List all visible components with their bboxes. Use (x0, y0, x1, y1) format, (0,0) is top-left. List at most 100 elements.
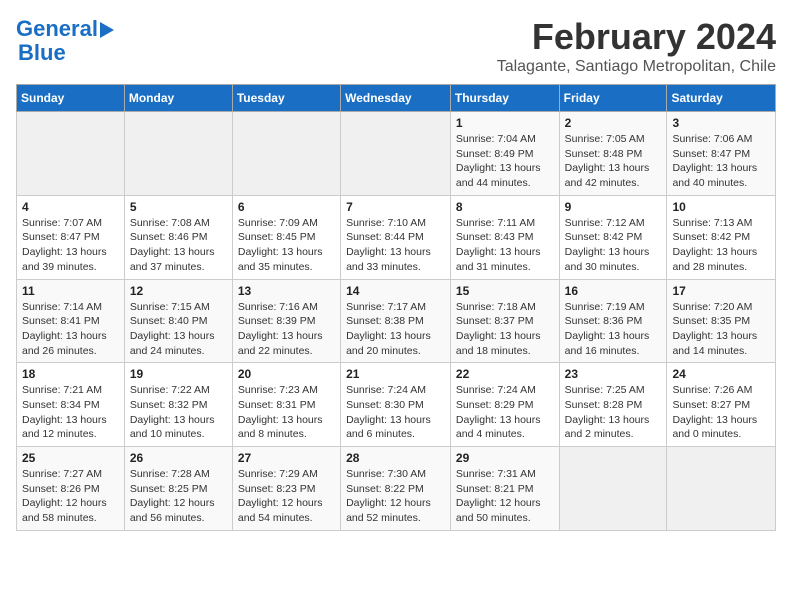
day-number: 13 (238, 284, 335, 298)
calendar-cell: 6 Sunrise: 7:09 AM Sunset: 8:45 PM Daylig… (232, 195, 340, 279)
calendar-cell: 25 Sunrise: 7:27 AM Sunset: 8:26 PM Dayli… (17, 447, 125, 531)
day-number: 12 (130, 284, 227, 298)
calendar-cell: 10 Sunrise: 7:13 AM Sunset: 8:42 PM Dayli… (667, 195, 776, 279)
day-number: 26 (130, 451, 227, 465)
day-number: 2 (565, 116, 662, 130)
day-info: Sunrise: 7:08 AM Sunset: 8:46 PM Dayligh… (130, 216, 227, 275)
day-number: 10 (672, 200, 770, 214)
calendar-cell (667, 447, 776, 531)
calendar-week-row: 18Sunrise: 7:21 AM Sunset: 8:34 PM Dayli… (17, 363, 776, 447)
calendar-cell (559, 447, 667, 531)
calendar-cell: 9 Sunrise: 7:12 AM Sunset: 8:42 PM Daylig… (559, 195, 667, 279)
day-info: Sunrise: 7:20 AM Sunset: 8:35 PM Dayligh… (672, 300, 770, 359)
calendar-cell (232, 112, 340, 196)
calendar-cell: 22 Sunrise: 7:24 AM Sunset: 8:29 PM Dayli… (450, 363, 559, 447)
day-number: 4 (22, 200, 119, 214)
weekday-header-cell: Wednesday (341, 85, 451, 112)
calendar-cell: 21 Sunrise: 7:24 AM Sunset: 8:30 PM Dayli… (341, 363, 451, 447)
calendar-cell: 2 Sunrise: 7:05 AM Sunset: 8:48 PM Daylig… (559, 112, 667, 196)
day-info: Sunrise: 7:12 AM Sunset: 8:42 PM Dayligh… (565, 216, 662, 275)
day-info: Sunrise: 7:27 AM Sunset: 8:26 PM Dayligh… (22, 467, 119, 526)
day-info: Sunrise: 7:29 AM Sunset: 8:23 PM Dayligh… (238, 467, 335, 526)
day-info: Sunrise: 7:30 AM Sunset: 8:22 PM Dayligh… (346, 467, 445, 526)
day-number: 6 (238, 200, 335, 214)
day-info: Sunrise: 7:05 AM Sunset: 8:48 PM Dayligh… (565, 132, 662, 191)
day-number: 20 (238, 367, 335, 381)
calendar-cell: 11 Sunrise: 7:14 AM Sunset: 8:41 PM Dayli… (17, 279, 125, 363)
weekday-header-row: SundayMondayTuesdayWednesdayThursdayFrid… (17, 85, 776, 112)
day-number: 25 (22, 451, 119, 465)
calendar-cell: 8 Sunrise: 7:11 AM Sunset: 8:43 PM Daylig… (450, 195, 559, 279)
calendar-cell: 23Sunrise: 7:25 AM Sunset: 8:28 PM Dayli… (559, 363, 667, 447)
day-info: Sunrise: 7:17 AM Sunset: 8:38 PM Dayligh… (346, 300, 445, 359)
day-number: 19 (130, 367, 227, 381)
day-number: 7 (346, 200, 445, 214)
day-info: Sunrise: 7:24 AM Sunset: 8:29 PM Dayligh… (456, 383, 554, 442)
calendar-cell: 4 Sunrise: 7:07 AM Sunset: 8:47 PM Daylig… (17, 195, 125, 279)
day-info: Sunrise: 7:24 AM Sunset: 8:30 PM Dayligh… (346, 383, 445, 442)
weekday-header-cell: Monday (124, 85, 232, 112)
calendar-cell: 19 Sunrise: 7:22 AM Sunset: 8:32 PM Dayli… (124, 363, 232, 447)
calendar-cell: 15Sunrise: 7:18 AM Sunset: 8:37 PM Dayli… (450, 279, 559, 363)
day-info: Sunrise: 7:22 AM Sunset: 8:32 PM Dayligh… (130, 383, 227, 442)
day-number: 14 (346, 284, 445, 298)
day-info: Sunrise: 7:15 AM Sunset: 8:40 PM Dayligh… (130, 300, 227, 359)
calendar-cell: 27Sunrise: 7:29 AM Sunset: 8:23 PM Dayli… (232, 447, 340, 531)
day-number: 16 (565, 284, 662, 298)
day-info: Sunrise: 7:11 AM Sunset: 8:43 PM Dayligh… (456, 216, 554, 275)
calendar-cell: 7 Sunrise: 7:10 AM Sunset: 8:44 PM Daylig… (341, 195, 451, 279)
calendar-cell: 17 Sunrise: 7:20 AM Sunset: 8:35 PM Dayli… (667, 279, 776, 363)
calendar-week-row: 11 Sunrise: 7:14 AM Sunset: 8:41 PM Dayli… (17, 279, 776, 363)
calendar-cell: 16 Sunrise: 7:19 AM Sunset: 8:36 PM Dayli… (559, 279, 667, 363)
calendar-cell: 1 Sunrise: 7:04 AM Sunset: 8:49 PM Daylig… (450, 112, 559, 196)
day-info: Sunrise: 7:18 AM Sunset: 8:37 PM Dayligh… (456, 300, 554, 359)
day-number: 24 (672, 367, 770, 381)
day-info: Sunrise: 7:13 AM Sunset: 8:42 PM Dayligh… (672, 216, 770, 275)
day-info: Sunrise: 7:26 AM Sunset: 8:27 PM Dayligh… (672, 383, 770, 442)
day-info: Sunrise: 7:10 AM Sunset: 8:44 PM Dayligh… (346, 216, 445, 275)
day-number: 18 (22, 367, 119, 381)
day-number: 29 (456, 451, 554, 465)
day-number: 11 (22, 284, 119, 298)
calendar-cell: 14 Sunrise: 7:17 AM Sunset: 8:38 PM Dayli… (341, 279, 451, 363)
day-number: 21 (346, 367, 445, 381)
day-info: Sunrise: 7:04 AM Sunset: 8:49 PM Dayligh… (456, 132, 554, 191)
page-header: General Blue February 2024 Talagante, Sa… (16, 16, 776, 76)
day-number: 23 (565, 367, 662, 381)
day-info: Sunrise: 7:28 AM Sunset: 8:25 PM Dayligh… (130, 467, 227, 526)
calendar-body: 1 Sunrise: 7:04 AM Sunset: 8:49 PM Daylig… (17, 112, 776, 531)
calendar-cell (124, 112, 232, 196)
day-number: 5 (130, 200, 227, 214)
weekday-header-cell: Sunday (17, 85, 125, 112)
calendar-cell: 24 Sunrise: 7:26 AM Sunset: 8:27 PM Dayli… (667, 363, 776, 447)
title-area: February 2024 Talagante, Santiago Metrop… (497, 16, 776, 76)
calendar-cell: 26 Sunrise: 7:28 AM Sunset: 8:25 PM Dayli… (124, 447, 232, 531)
day-info: Sunrise: 7:31 AM Sunset: 8:21 PM Dayligh… (456, 467, 554, 526)
calendar-cell: 18Sunrise: 7:21 AM Sunset: 8:34 PM Dayli… (17, 363, 125, 447)
day-number: 8 (456, 200, 554, 214)
calendar-cell: 3Sunrise: 7:06 AM Sunset: 8:47 PM Daylig… (667, 112, 776, 196)
weekday-header-cell: Tuesday (232, 85, 340, 112)
month-title: February 2024 (497, 16, 776, 58)
calendar-cell: 5 Sunrise: 7:08 AM Sunset: 8:46 PM Daylig… (124, 195, 232, 279)
logo-text: General (16, 16, 98, 42)
day-number: 3 (672, 116, 770, 130)
day-info: Sunrise: 7:16 AM Sunset: 8:39 PM Dayligh… (238, 300, 335, 359)
day-number: 17 (672, 284, 770, 298)
day-number: 9 (565, 200, 662, 214)
weekday-header-cell: Friday (559, 85, 667, 112)
day-info: Sunrise: 7:09 AM Sunset: 8:45 PM Dayligh… (238, 216, 335, 275)
calendar-cell (17, 112, 125, 196)
day-info: Sunrise: 7:14 AM Sunset: 8:41 PM Dayligh… (22, 300, 119, 359)
day-number: 1 (456, 116, 554, 130)
calendar-cell: 13 Sunrise: 7:16 AM Sunset: 8:39 PM Dayli… (232, 279, 340, 363)
day-number: 28 (346, 451, 445, 465)
day-info: Sunrise: 7:07 AM Sunset: 8:47 PM Dayligh… (22, 216, 119, 275)
day-info: Sunrise: 7:19 AM Sunset: 8:36 PM Dayligh… (565, 300, 662, 359)
calendar-week-row: 4 Sunrise: 7:07 AM Sunset: 8:47 PM Daylig… (17, 195, 776, 279)
calendar-cell: 20Sunrise: 7:23 AM Sunset: 8:31 PM Dayli… (232, 363, 340, 447)
calendar-cell: 12 Sunrise: 7:15 AM Sunset: 8:40 PM Dayli… (124, 279, 232, 363)
logo-blue: Blue (18, 40, 66, 66)
weekday-header-cell: Thursday (450, 85, 559, 112)
day-number: 22 (456, 367, 554, 381)
